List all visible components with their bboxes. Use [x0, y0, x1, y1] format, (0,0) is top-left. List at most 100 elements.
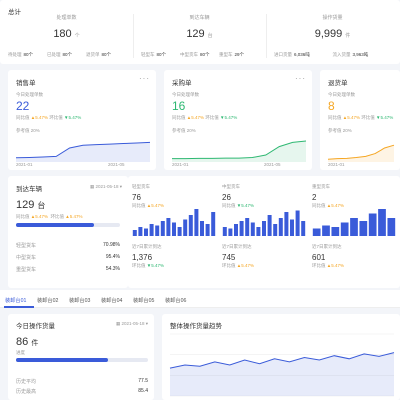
vehicle-bar [149, 224, 154, 236]
today-row: 历史平均 77.5 [16, 378, 148, 385]
vehicle-bar [222, 227, 227, 236]
tab-1[interactable]: 装卸台01 [5, 297, 26, 304]
vehicle-bar [228, 228, 233, 236]
metric-x-start: 2021-01 [172, 162, 189, 167]
today-date-picker[interactable]: ▦ 2021-05-18 ▾ [116, 321, 148, 327]
vehicle-bar [177, 227, 182, 236]
vehicle-bar [194, 209, 199, 236]
summary-detail: 进口货量 6,036吨 [274, 52, 310, 57]
tab-6[interactable]: 装卸台06 [165, 297, 186, 304]
summary-value: 129 台 [186, 28, 213, 40]
metric-card: 退货单 今日处理单数 8 同比值 ▲5.47% 环比值 ▼5.47% 参考值 20% 20… [320, 70, 400, 170]
vehicle-bar [183, 219, 188, 236]
arrival-row: 中型货车 95.4% [16, 254, 120, 261]
vehicle-bar-chart [132, 209, 216, 236]
vehicle-bar [262, 221, 266, 236]
vehicle-bar [331, 227, 340, 236]
summary-value: 180 个 [53, 28, 80, 40]
metric-title: 采购单 [172, 80, 192, 87]
vehicle-bar [144, 228, 148, 236]
today-card: 今日操作货量 ▦ 2021-05-18 ▾ 86 件 进度 历史平均 77.5 历史… [8, 314, 154, 400]
vehicle-bar [245, 218, 250, 236]
vehicle-bar [368, 213, 377, 236]
divider [133, 14, 134, 58]
metric-title: 退货单 [328, 80, 348, 87]
metric-changes: 同比值 ▲5.47% 环比值 ▼5.47% [328, 115, 394, 120]
metric-value: 22 [16, 99, 30, 113]
vehicle-bar [250, 222, 255, 236]
chevron-down-icon: ▾ [144, 321, 148, 326]
arrival-changes: 同比值 ▲5.47% 环比值 ▲5.47% [16, 214, 83, 219]
summary-card: 总计 处理单数 180 个待处理 80个 已处理 80个 退货单 80个 到达车辆 129 台轻型车… [0, 0, 400, 64]
summary-detail: 重型车 29个 [219, 52, 245, 57]
vehicle2-change: 环比值 ▲5.47% [312, 263, 344, 268]
vehicle-bar [205, 224, 210, 236]
vehicle-bar [234, 224, 238, 236]
vehicle-bar [132, 230, 137, 236]
vehicle-label: 中型货车 [222, 184, 240, 189]
today-date: 2021-05-18 [121, 321, 145, 326]
more-icon[interactable]: ··· [139, 74, 150, 83]
vehicle-bar [359, 221, 368, 236]
metric-sparkline [172, 140, 307, 162]
arrival-date-picker[interactable]: ▦ 2021-05-18 ▾ [90, 184, 122, 190]
vehicle-bars-card: 轻型货车 76 同比值 ▲5.47% 近7日累计到达 1,376 环比值 ▼5.47% 中型… [128, 176, 400, 288]
vehicle-label: 轻型货车 [132, 184, 150, 189]
vehicle-bar [340, 222, 349, 236]
metric-x-start: 2021-01 [16, 162, 33, 167]
vehicle-bar [267, 215, 272, 236]
arrival-value: 129 台 [16, 199, 46, 211]
more-icon[interactable]: ··· [295, 74, 306, 83]
metric-x-end: 2021-05 [264, 162, 281, 167]
tab-2[interactable]: 装卸台02 [37, 297, 58, 304]
arrival-progress-fill [16, 223, 94, 227]
metric-sparkline [16, 141, 151, 162]
tab-4[interactable]: 装卸台04 [101, 297, 122, 304]
vehicle-bar [301, 221, 306, 236]
vehicle2-value: 601 [312, 253, 326, 262]
vehicle-bar [188, 215, 193, 236]
vehicle2-label: 近7日累计到达 [312, 244, 342, 249]
vehicle-bar [350, 218, 358, 236]
summary-detail: 流入货量 3,963吨 [332, 52, 369, 57]
arrival-row: 重型货车 54.3% [16, 266, 120, 273]
vehicle-bar [138, 227, 143, 236]
divider [266, 14, 267, 58]
metric-value: 16 [172, 99, 186, 113]
arrival-date: 2021-05-18 [95, 184, 119, 189]
vehicle2-change: 环比值 ▲5.47% [222, 263, 254, 268]
trend-area [170, 352, 394, 396]
vehicle-bar [322, 225, 330, 236]
metric-value: 8 [328, 99, 335, 113]
tab-5[interactable]: 装卸台05 [133, 297, 154, 304]
vehicle-bar [155, 225, 160, 236]
metric-sub: 今日处理单数 [172, 92, 199, 97]
summary-detail: 退货单 80个 [86, 52, 112, 57]
metric-sparkline [328, 144, 395, 162]
trend-card: 整体操作货量趋势 [162, 314, 400, 400]
vehicle-bar-chart [312, 209, 396, 236]
tab-3[interactable]: 装卸台03 [69, 297, 90, 304]
vehicle-bar [378, 209, 386, 236]
today-progress-fill [16, 358, 109, 362]
vehicle-value: 2 [312, 193, 317, 202]
metric-title: 销售单 [16, 80, 36, 87]
today-row: 历史最高 85.4 [16, 388, 148, 395]
vehicle2-value: 745 [222, 253, 236, 262]
arrival-card: 到达车辆 ▦ 2021-05-18 ▾ 129 台 同比值 ▲5.47% 环比值… [8, 176, 128, 288]
metric-x-start: 2021-01 [328, 162, 345, 167]
summary-title: 总计 [8, 9, 21, 16]
vehicle-bar-chart [222, 210, 306, 236]
arrival-row: 轻型货车 70.98% [16, 242, 120, 249]
metric-changes: 同比值 ▲5.47% 环比值 ▼5.47% [172, 115, 238, 120]
vehicle-bar [295, 210, 300, 236]
summary-detail: 中型货车 80个 [180, 52, 210, 57]
summary-label: 到达车辆 [189, 15, 210, 21]
vehicle-bar [166, 218, 171, 236]
summary-label: 处理单数 [56, 15, 77, 21]
vehicle2-value: 1,376 [132, 253, 153, 262]
today-progress [16, 358, 148, 362]
today-value: 86 件 [16, 336, 39, 348]
vehicle-bar [160, 221, 165, 236]
arrival-title: 到达车辆 [16, 186, 42, 193]
